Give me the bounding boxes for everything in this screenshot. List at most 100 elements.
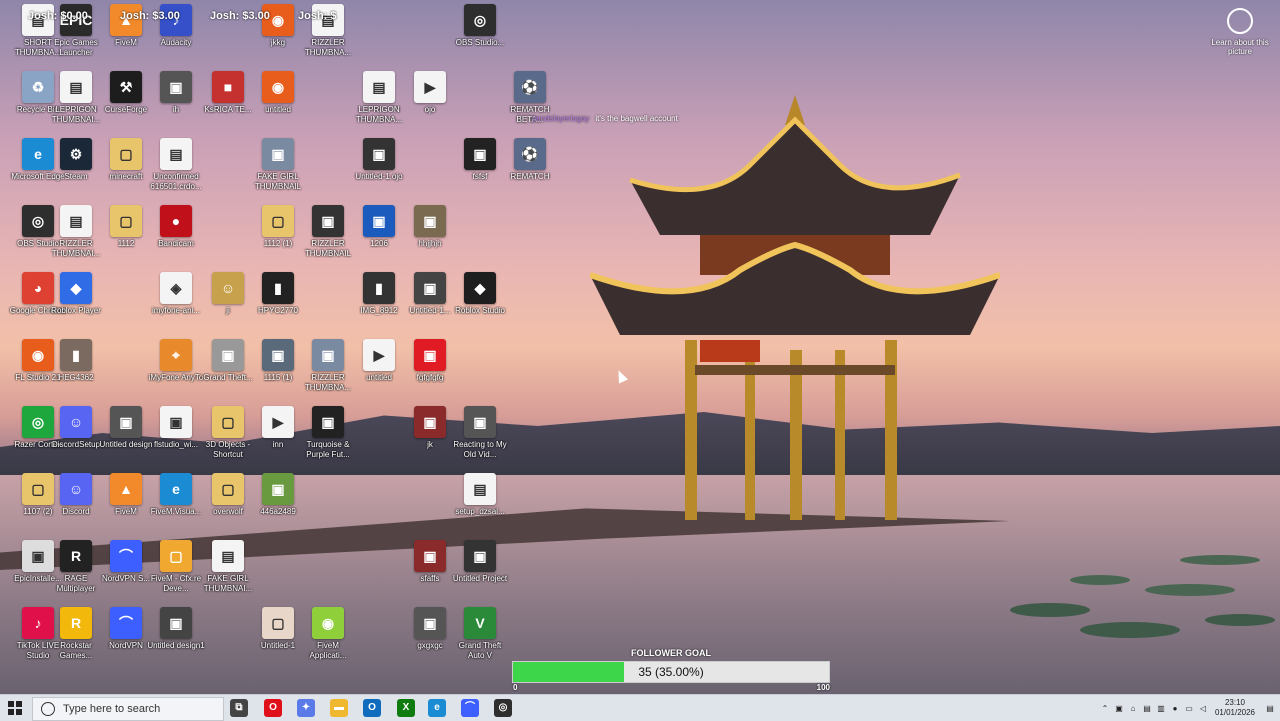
desktop-icon[interactable]: ⚽ REMATCH BETA...	[500, 71, 560, 137]
clock-date: 01/01/2026	[1214, 708, 1256, 717]
desktop-icon[interactable]: ▣ flstudio_wi...	[146, 406, 206, 472]
desktop-icon-label: setup_dzsai...	[455, 507, 505, 516]
app-icon: ▢	[262, 205, 294, 237]
app-icon: ▣	[464, 138, 496, 170]
app-icon: ▣	[160, 607, 192, 639]
app-icon: ◆	[60, 272, 92, 304]
desktop-icon[interactable]: ● Bandicam	[146, 205, 206, 271]
desktop-icon[interactable]: e FiveM.Visua...	[146, 473, 206, 539]
learn-about-picture[interactable]: Learn about this picture	[1210, 8, 1270, 56]
desktop-icon[interactable]: ▣ Untitled Project	[450, 540, 510, 606]
donation-overlay-text: Josh: $3.00	[210, 10, 270, 22]
file-explorer-icon[interactable]: ▬	[330, 699, 348, 717]
app-icon: ▢	[212, 406, 244, 438]
app-icon: ▣	[262, 339, 294, 371]
app-icon: ▣	[414, 540, 446, 572]
tray-app-icon[interactable]: ⌂	[1126, 704, 1140, 713]
camera-icon	[1227, 8, 1253, 34]
desktop-icon[interactable]: ◉ untitled	[248, 71, 308, 137]
desktop-icon[interactable]: ▣ fgfgfgfg	[400, 339, 460, 405]
edge-icon[interactable]: e	[428, 699, 446, 717]
app-icon: ▣	[414, 339, 446, 371]
volume-icon[interactable]: ◁	[1196, 704, 1210, 713]
app-icon: ▣	[262, 138, 294, 170]
desktop-icon-label: HEG4362	[58, 373, 94, 382]
desktop-icon[interactable]: ▤ Unconfirmed 616501.crdo...	[146, 138, 206, 204]
desktop-icon[interactable]: V Grand Theft Auto V	[450, 607, 510, 673]
opera-icon[interactable]: O	[264, 699, 282, 717]
tray-app-icon[interactable]: ▣	[1112, 704, 1126, 713]
desktop-icon[interactable]: ▣ Untitled-1.ojo	[349, 138, 409, 204]
follower-goal-text: 35 (35.00%)	[638, 665, 704, 679]
xbox-icon[interactable]: X	[397, 699, 415, 717]
desktop-icon[interactable]: ▣ FAKE GIRL THUMBNAIL	[248, 138, 308, 204]
system-tray: ⌃ ▣ ⌂ ▤ ▥ ● ▭ ◁ 23:10 01/01/2026 ▤	[1098, 695, 1280, 721]
learn-label: Learn about this picture	[1211, 38, 1269, 56]
desktop-icon[interactable]: ▤ FAKE GIRL THUMBNAI...	[198, 540, 258, 606]
desktop-icon[interactable]: ◆ Roblox Player	[46, 272, 106, 338]
outlook-icon[interactable]: O	[363, 699, 381, 717]
desktop-icon[interactable]: ◎ OBS Studio...	[450, 4, 510, 70]
microphone-icon[interactable]: ●	[1168, 704, 1182, 713]
desktop-icon-label: REMATCH	[510, 172, 550, 181]
desktop-icon[interactable]: ▣ hhjjhjh	[400, 205, 460, 271]
donation-overlay-text: Josh: $3.00	[120, 10, 180, 22]
desktop-icon[interactable]: ▮ HEG4362	[46, 339, 106, 405]
desktop-icon[interactable]: ▤ setup_dzsai...	[450, 473, 510, 539]
desktop-icon-label: imyfone-ani...	[151, 306, 201, 315]
tray-app-icon[interactable]: ▥	[1154, 704, 1168, 713]
app-icon: ▣	[262, 473, 294, 505]
desktop-icon[interactable]: ▮ HPYC2770	[248, 272, 308, 338]
app-icon: ▮	[363, 272, 395, 304]
desktop-icon-label: HPYC2770	[257, 306, 299, 315]
desktop-icon-label: OBS Studio...	[455, 38, 505, 47]
nordvpn-icon[interactable]: ⌒	[461, 699, 479, 717]
follower-goal-widget: FOLLOWER GOAL 35 (35.00%) 0 100	[512, 648, 830, 693]
desktop-icon[interactable]: ▣ Untitled design1	[146, 607, 206, 673]
desktop-icon[interactable]: ◆ Roblox Studio	[450, 272, 510, 338]
chevron-up-icon[interactable]: ⌃	[1098, 704, 1112, 713]
network-icon[interactable]: ▭	[1182, 704, 1196, 713]
lily-pads	[1010, 555, 1275, 638]
app-icon: ⚙	[60, 138, 92, 170]
app-icon: ◉	[312, 607, 344, 639]
task-view-icon[interactable]: ⧉	[230, 699, 248, 717]
app-icon: ▣	[312, 406, 344, 438]
desktop-icon[interactable]: ◈ imyfone-ani...	[146, 272, 206, 338]
desktop-icon-label: FiveM - Cfx.re Deve...	[150, 574, 202, 593]
desktop-icon-label: untitled	[265, 105, 291, 114]
desktop-icon[interactable]: ▣ 446a2489	[248, 473, 308, 539]
desktop-icon[interactable]: ▣ Turquoise & Purple Fut...	[298, 406, 358, 472]
desktop-icon[interactable]: ▢ FiveM - Cfx.re Deve...	[146, 540, 206, 606]
app-icon: ☺	[60, 406, 92, 438]
desktop-icon[interactable]: ◉ FiveM Applicati...	[298, 607, 358, 673]
app-icon: ▲	[110, 473, 142, 505]
app-icon: ▢	[110, 138, 142, 170]
obs-icon[interactable]: ◎	[494, 699, 512, 717]
chat-text: it's the bagwell account	[595, 114, 678, 123]
app-icon: ▣	[312, 339, 344, 371]
tray-app-icon[interactable]: ▤	[1140, 704, 1154, 713]
search-icon	[41, 702, 55, 716]
desktop-icon[interactable]: ▶ ojo	[400, 71, 460, 137]
notification-icon[interactable]: ▤	[1260, 704, 1280, 713]
app-icon: ☺	[60, 473, 92, 505]
desktop: ▤ SHORT THUMBNA... EPIC Epic Games Launcher…	[0, 0, 1280, 694]
desktop-icon[interactable]: ▣ Reacting to My Old Vid...	[450, 406, 510, 472]
desktop-icon[interactable]: ▣ ih	[146, 71, 206, 137]
desktop-icon[interactable]: ⚽ REMATCH	[500, 138, 560, 204]
desktop-icon-label: flstudio_wi...	[153, 440, 199, 449]
app-icon: ■	[212, 71, 244, 103]
desktop-icon[interactable]: ⌖ iMyFone AnyTo	[146, 339, 206, 405]
copilot-icon[interactable]: ✦	[297, 699, 315, 717]
desktop-icon-label: Roblox Studio	[455, 306, 505, 315]
app-icon: ▤	[212, 540, 244, 572]
app-icon: ▣	[212, 339, 244, 371]
app-icon: ▤	[363, 71, 395, 103]
windows-start-icon[interactable]	[8, 701, 22, 715]
app-icon: ⚒	[110, 71, 142, 103]
clock[interactable]: 23:10 01/01/2026	[1210, 698, 1260, 718]
app-icon: ▣	[414, 205, 446, 237]
follower-goal-max: 100	[816, 683, 830, 692]
taskbar-search-box[interactable]: Type here to search	[32, 697, 224, 721]
